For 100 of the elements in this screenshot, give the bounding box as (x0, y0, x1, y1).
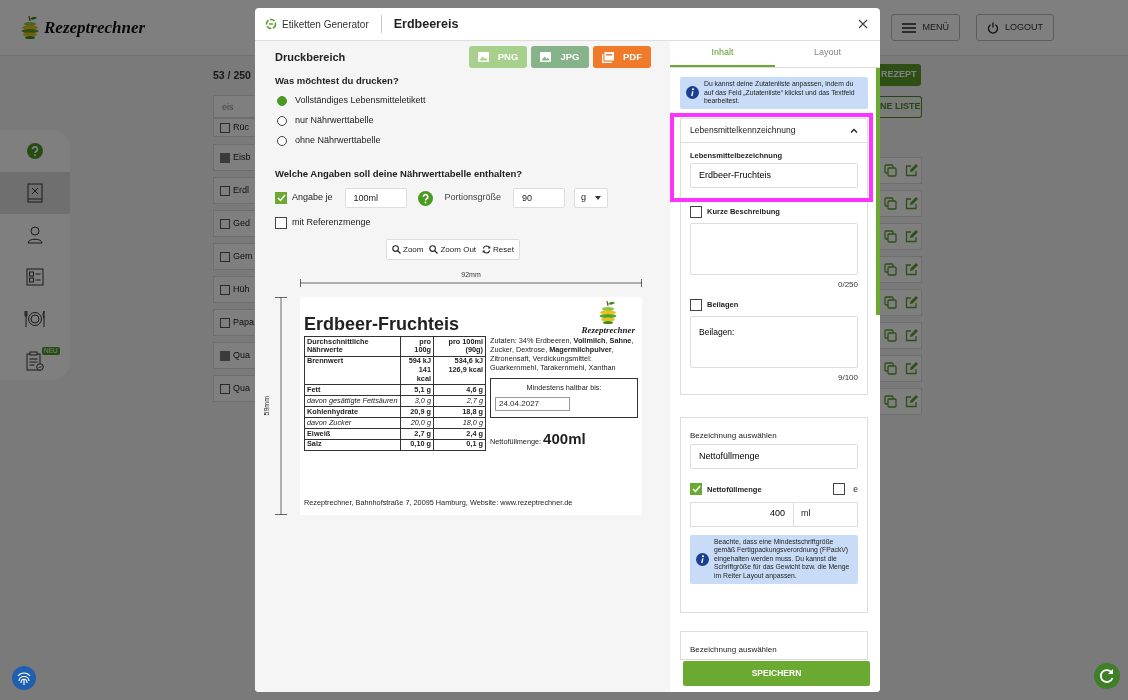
zoom-out-button[interactable]: Zoom Out (427, 243, 479, 256)
close-button[interactable] (856, 17, 870, 31)
name-field[interactable]: Erdbeer-Fruchteis (690, 162, 858, 188)
edit-icon[interactable] (905, 395, 918, 408)
sidebar-item[interactable] (0, 172, 70, 214)
checkbox[interactable] (833, 483, 846, 496)
row-checkbox[interactable] (220, 284, 230, 295)
recipe-title: Qua (233, 348, 250, 362)
portion-field[interactable]: 90 (513, 188, 566, 208)
checklist-icon (26, 268, 44, 286)
section-title: Druckbereich (275, 49, 346, 65)
radio-button[interactable] (277, 96, 287, 106)
edit-icon[interactable] (905, 230, 918, 243)
dialog-title: Erdbeereis (393, 15, 459, 33)
list-row[interactable]: Qua (213, 375, 255, 402)
unit-addon: ml (794, 501, 858, 527)
logo-text: Rezeptrechner (581, 325, 635, 335)
menu-icon (902, 22, 917, 33)
magnifier-icon (392, 245, 402, 254)
copy-icon[interactable] (884, 296, 897, 309)
checkbox[interactable] (690, 483, 702, 496)
radio-button[interactable] (277, 136, 287, 146)
info-icon (696, 552, 709, 566)
row-checkbox[interactable] (220, 122, 230, 133)
checkbox[interactable] (690, 205, 702, 218)
checkbox[interactable] (690, 298, 702, 311)
radio-label[interactable]: nur Nährwerttabelle (295, 114, 374, 128)
copy-icon[interactable] (884, 395, 897, 408)
fingerprint-icon[interactable] (12, 666, 36, 690)
description-field[interactable] (690, 222, 858, 275)
list-row[interactable]: Erdl (213, 177, 255, 204)
reset-button[interactable]: Reset (480, 243, 516, 256)
checkbox-label[interactable]: e (853, 482, 858, 496)
export-button[interactable]: PDF (593, 46, 651, 68)
designation-select[interactable]: Nettofüllmenge (690, 443, 858, 469)
document-stack-icon (602, 51, 614, 63)
checkbox-label[interactable]: mit Referenzmenge (292, 216, 371, 230)
refresh-icon[interactable] (1094, 663, 1120, 689)
checkbox-label[interactable]: Angabe je (292, 191, 333, 205)
label-icon (265, 18, 277, 30)
date-field: 24.04.2027 (495, 397, 570, 412)
unit-select[interactable]: g (574, 188, 609, 208)
radio-label[interactable]: ohne Nährwerttabelle (295, 134, 381, 148)
edit-icon[interactable] (905, 164, 918, 177)
amount-field[interactable]: 100ml (344, 188, 407, 208)
zoom-in-button[interactable]: Zoom (390, 243, 426, 256)
recipe-title: Papa (233, 315, 255, 329)
image-icon (540, 52, 552, 62)
recipe-title: Hüh (233, 282, 250, 296)
copy-icon[interactable] (884, 263, 897, 276)
logo-icon (20, 15, 40, 40)
sides-field[interactable]: Beilagen: (690, 315, 858, 368)
copy-icon[interactable] (884, 230, 897, 243)
help-icon (417, 190, 433, 206)
close-icon (858, 19, 868, 29)
list-row[interactable]: Qua (213, 342, 255, 369)
edit-icon[interactable] (905, 362, 918, 375)
scrollbar-thumb[interactable] (876, 68, 880, 315)
row-checkbox[interactable] (220, 152, 230, 163)
edit-icon[interactable] (905, 296, 918, 309)
checkbox[interactable] (275, 217, 287, 229)
row-checkbox[interactable] (220, 218, 230, 229)
book-icon (27, 183, 43, 203)
character-counter: 9/100 (836, 371, 858, 384)
edit-icon[interactable] (905, 329, 918, 342)
image-icon (477, 52, 489, 62)
row-checkbox[interactable] (220, 383, 230, 394)
copy-icon[interactable] (884, 164, 897, 177)
radio-label[interactable]: Vollständiges Lebensmitteletikett (295, 94, 426, 108)
radio-button[interactable] (277, 116, 287, 126)
list-row[interactable]: Hüh (213, 276, 255, 303)
help-icon (27, 143, 43, 159)
field-label: Portionsgröße (444, 191, 502, 205)
field-label: Bezeichnung auswählen (690, 643, 778, 655)
list-row[interactable]: Papa (213, 309, 255, 336)
row-checkbox[interactable] (220, 185, 230, 196)
recipe-title: Qua (233, 381, 250, 395)
logout-button[interactable]: LOGOUT (976, 14, 1054, 41)
copy-icon[interactable] (884, 362, 897, 375)
list-row[interactable]: Ged (213, 210, 255, 237)
copy-icon[interactable] (884, 197, 897, 210)
row-checkbox[interactable] (220, 350, 230, 361)
list-row[interactable]: Eisb (213, 144, 255, 171)
row-checkbox[interactable] (220, 317, 230, 328)
row-checkbox[interactable] (220, 251, 230, 262)
save-button[interactable]: SPEICHERN (683, 661, 870, 686)
amount-field[interactable]: 400 (690, 501, 794, 527)
edit-icon[interactable] (905, 197, 918, 210)
edit-icon[interactable] (905, 263, 918, 276)
plate-cutlery-icon (24, 310, 46, 328)
recipe-title: Eisb (233, 150, 251, 164)
copy-icon[interactable] (884, 329, 897, 342)
character-counter: 0/250 (836, 278, 858, 291)
menu-button[interactable]: MENÜ (891, 14, 960, 41)
list-row[interactable]: Rüc (213, 118, 255, 137)
chevron-up-icon (850, 127, 858, 133)
checkbox[interactable] (275, 192, 287, 204)
user-icon (27, 226, 43, 244)
list-row[interactable]: Gem (213, 243, 255, 270)
recipe-count: 53 / 250 (213, 68, 252, 82)
